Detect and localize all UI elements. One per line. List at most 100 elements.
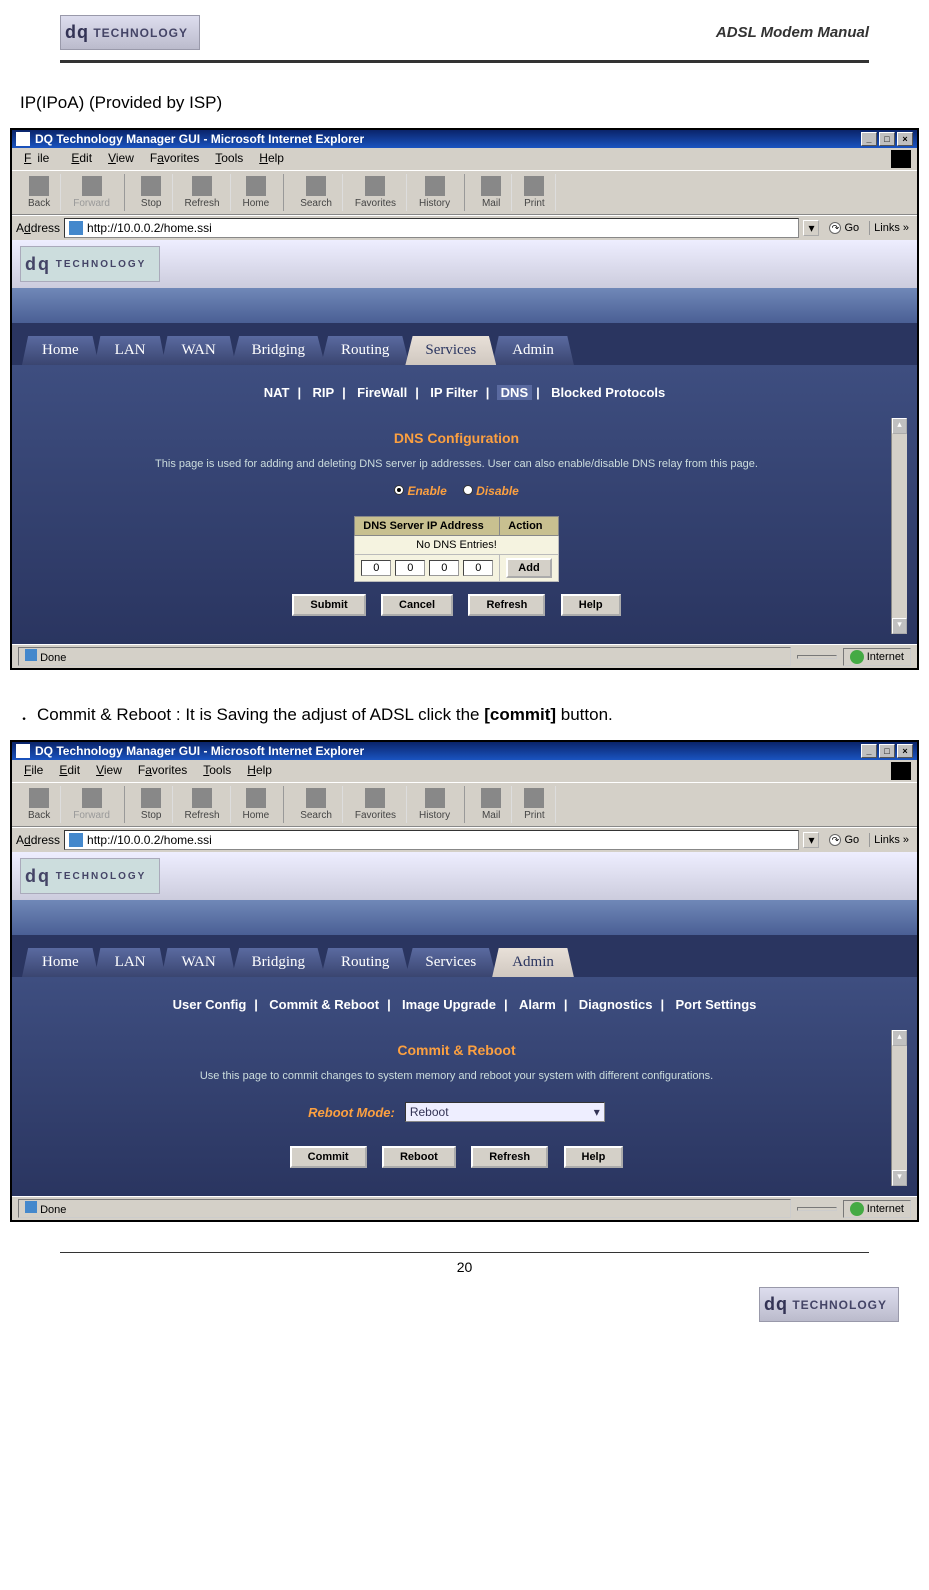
brand-strip: dq TECHNOLOGY	[12, 240, 917, 288]
menu-favorites[interactable]: Favorites	[144, 150, 205, 168]
submenu-imageupgrade[interactable]: Image Upgrade	[398, 997, 500, 1012]
address-label: Address	[16, 833, 60, 847]
search-button[interactable]: Search	[290, 174, 343, 211]
submenu-diagnostics[interactable]: Diagnostics	[575, 997, 657, 1012]
help-button[interactable]: Help	[564, 1146, 624, 1168]
home-button[interactable]: Home	[233, 174, 285, 211]
disable-radio[interactable]	[463, 485, 473, 495]
address-input[interactable]: http://10.0.0.2/home.ssi	[64, 830, 799, 850]
address-dropdown-icon[interactable]: ▾	[803, 220, 819, 236]
refresh-button[interactable]: Refresh	[175, 786, 231, 823]
history-button[interactable]: History	[409, 786, 465, 823]
close-button[interactable]: ×	[897, 744, 913, 758]
minimize-button[interactable]: _	[861, 132, 877, 146]
back-button[interactable]: Back	[18, 174, 61, 211]
tab-wan[interactable]: WAN	[162, 948, 236, 977]
tab-admin[interactable]: Admin	[492, 336, 574, 365]
home-button[interactable]: Home	[233, 786, 285, 823]
links-button[interactable]: Links »	[869, 221, 913, 235]
print-button[interactable]: Print	[514, 174, 556, 211]
ip-octet-3[interactable]: 0	[429, 560, 459, 576]
refresh-page-button[interactable]: Refresh	[468, 594, 545, 616]
links-button[interactable]: Links »	[869, 833, 913, 847]
close-button[interactable]: ×	[897, 132, 913, 146]
submenu-dns[interactable]: DNS	[497, 385, 532, 400]
address-input[interactable]: http://10.0.0.2/home.ssi	[64, 218, 799, 238]
menu-help[interactable]: Help	[241, 762, 278, 780]
browser-window-dns: DQ Technology Manager GUI - Microsoft In…	[10, 128, 919, 670]
favorites-button[interactable]: Favorites	[345, 174, 407, 211]
window-titlebar: DQ Technology Manager GUI - Microsoft In…	[12, 742, 917, 760]
enable-radio[interactable]	[394, 485, 404, 495]
back-button[interactable]: Back	[18, 786, 61, 823]
menu-help[interactable]: Help	[253, 150, 290, 168]
help-button[interactable]: Help	[561, 594, 621, 616]
refresh-button[interactable]: Refresh	[175, 174, 231, 211]
tab-bridging[interactable]: Bridging	[232, 336, 325, 365]
maximize-button[interactable]: □	[879, 132, 895, 146]
tab-home[interactable]: Home	[22, 336, 99, 365]
tab-bridging[interactable]: Bridging	[232, 948, 325, 977]
tab-lan[interactable]: LAN	[95, 948, 166, 977]
menu-edit[interactable]: Edit	[65, 150, 98, 168]
menu-view[interactable]: View	[102, 150, 140, 168]
cancel-button[interactable]: Cancel	[381, 594, 453, 616]
menu-view[interactable]: View	[90, 762, 128, 780]
tab-lan[interactable]: LAN	[95, 336, 166, 365]
menu-tools[interactable]: Tools	[209, 150, 249, 168]
tab-admin[interactable]: Admin	[492, 948, 574, 977]
go-button[interactable]: ↷Go	[823, 221, 865, 235]
stop-button[interactable]: Stop	[131, 786, 173, 823]
reboot-mode-select[interactable]: Reboot▾	[405, 1102, 605, 1122]
submit-button[interactable]: Submit	[292, 594, 365, 616]
address-dropdown-icon[interactable]: ▾	[803, 832, 819, 848]
go-button[interactable]: ↷Go	[823, 833, 865, 847]
menu-edit[interactable]: Edit	[53, 762, 86, 780]
menu-favorites[interactable]: Favorites	[132, 762, 193, 780]
menu-bar: File Edit View Favorites Tools Help	[12, 148, 917, 170]
tab-wan[interactable]: WAN	[162, 336, 236, 365]
mail-button[interactable]: Mail	[471, 174, 512, 211]
submenu-ipfilter[interactable]: IP Filter	[426, 385, 481, 400]
ip-octet-2[interactable]: 0	[395, 560, 425, 576]
menu-file[interactable]: File	[18, 150, 61, 168]
submenu-nat[interactable]: NAT	[260, 385, 294, 400]
submenu-userconfig[interactable]: User Config	[169, 997, 251, 1012]
tab-home[interactable]: Home	[22, 948, 99, 977]
status-text: Done	[18, 647, 791, 666]
vertical-scrollbar[interactable]: ▴▾	[891, 1030, 907, 1186]
address-bar: Address http://10.0.0.2/home.ssi ▾ ↷Go L…	[12, 827, 917, 852]
page-number: 20	[457, 1259, 473, 1275]
print-button[interactable]: Print	[514, 786, 556, 823]
maximize-button[interactable]: □	[879, 744, 895, 758]
submenu-rip[interactable]: RIP	[309, 385, 339, 400]
minimize-button[interactable]: _	[861, 744, 877, 758]
menu-file[interactable]: File	[18, 762, 49, 780]
reboot-button[interactable]: Reboot	[382, 1146, 456, 1168]
add-button[interactable]: Add	[506, 558, 551, 578]
msn-icon[interactable]	[891, 762, 911, 780]
disable-label: Disable	[476, 484, 519, 498]
tab-routing[interactable]: Routing	[321, 336, 409, 365]
msn-icon[interactable]	[891, 150, 911, 168]
ip-octet-4[interactable]: 0	[463, 560, 493, 576]
history-button[interactable]: History	[409, 174, 465, 211]
menu-tools[interactable]: Tools	[197, 762, 237, 780]
mail-button[interactable]: Mail	[471, 786, 512, 823]
stop-button[interactable]: Stop	[131, 174, 173, 211]
menu-bar: File Edit View Favorites Tools Help	[12, 760, 917, 782]
submenu-commit[interactable]: Commit & Reboot	[265, 997, 383, 1012]
tab-services[interactable]: Services	[405, 336, 496, 365]
commit-button[interactable]: Commit	[290, 1146, 367, 1168]
submenu-alarm[interactable]: Alarm	[515, 997, 560, 1012]
vertical-scrollbar[interactable]: ▴▾	[891, 418, 907, 634]
submenu-portsettings[interactable]: Port Settings	[671, 997, 760, 1012]
tab-services[interactable]: Services	[405, 948, 496, 977]
ip-octet-1[interactable]: 0	[361, 560, 391, 576]
submenu-firewall[interactable]: FireWall	[353, 385, 411, 400]
refresh-page-button[interactable]: Refresh	[471, 1146, 548, 1168]
favorites-button[interactable]: Favorites	[345, 786, 407, 823]
tab-routing[interactable]: Routing	[321, 948, 409, 977]
search-button[interactable]: Search	[290, 786, 343, 823]
submenu-blocked[interactable]: Blocked Protocols	[547, 385, 669, 400]
